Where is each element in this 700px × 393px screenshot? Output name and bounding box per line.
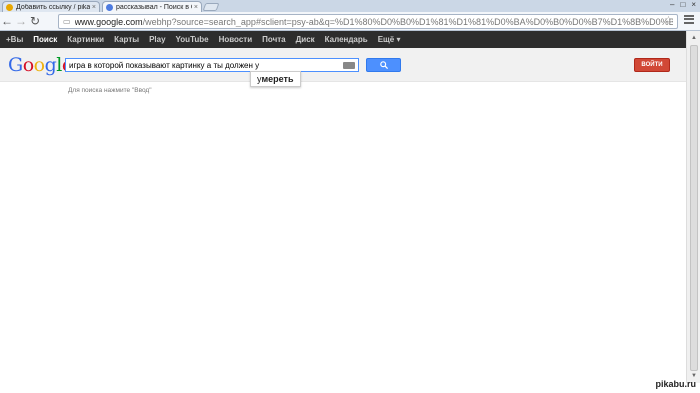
new-tab-button[interactable] xyxy=(202,3,220,11)
tab-google-search[interactable]: рассказывал - Поиск в Google × xyxy=(102,1,202,12)
gbar-item[interactable]: Play xyxy=(149,35,165,44)
browser-window: Добавить ссылку / pikabu × рассказывал -… xyxy=(0,0,700,393)
search-input[interactable] xyxy=(66,60,343,70)
gbar-item[interactable]: Календарь xyxy=(325,35,368,44)
logo-letter: o xyxy=(33,54,45,76)
tab-strip: Добавить ссылку / pikabu × рассказывал -… xyxy=(0,0,700,12)
close-icon[interactable]: × xyxy=(92,4,96,11)
keyboard-icon[interactable] xyxy=(343,61,355,69)
forward-arrow-icon[interactable]: → xyxy=(14,14,28,28)
page-icon: ▭ xyxy=(63,17,71,26)
gbar-item[interactable]: Поиск xyxy=(33,35,57,44)
tab-pikabu[interactable]: Добавить ссылку / pikabu × xyxy=(2,1,100,12)
gbar-item[interactable]: Карты xyxy=(114,35,139,44)
reload-icon[interactable]: ↻ xyxy=(28,14,42,28)
watermark: pikabu.ru xyxy=(655,379,696,389)
tab-title: рассказывал - Поиск в Google xyxy=(116,3,192,11)
bookmark-star-icon[interactable]: ☆ xyxy=(664,15,673,26)
gbar-item[interactable]: Новости xyxy=(219,35,253,44)
gbar-item[interactable]: +Вы xyxy=(6,35,23,44)
gbar-item[interactable]: Диск xyxy=(296,35,315,44)
vertical-scrollbar[interactable]: ▲ ▼ xyxy=(686,31,700,383)
gbar-item[interactable]: Почта xyxy=(262,35,285,44)
search-header: Google ВОЙТИ xyxy=(0,48,686,82)
google-logo[interactable]: Google xyxy=(8,54,73,76)
google-bar: +Вы Поиск Картинки Карты Play YouTube Новости П… xyxy=(0,31,686,48)
suggestion-completion: мереть xyxy=(261,74,294,84)
logo-letter: G xyxy=(8,54,23,76)
search-button[interactable] xyxy=(366,58,401,72)
window-controls: – □ × xyxy=(670,0,696,9)
tab-title: Добавить ссылку / pikabu xyxy=(16,3,90,11)
enter-hint: Для поиска нажмите "Ввод" xyxy=(68,87,152,94)
back-arrow-icon[interactable]: ← xyxy=(0,14,14,28)
logo-letter: g xyxy=(44,54,57,76)
maximize-icon[interactable]: □ xyxy=(680,0,685,9)
pikabu-favicon-icon xyxy=(6,3,13,11)
scroll-thumb[interactable] xyxy=(690,45,698,371)
search-box[interactable] xyxy=(65,58,359,72)
browser-toolbar: ← → ↻ ▭ www.google.com/webhp?source=sear… xyxy=(0,12,700,31)
google-favicon-icon xyxy=(106,3,113,11)
menu-icon[interactable] xyxy=(684,14,694,25)
close-window-icon[interactable]: × xyxy=(691,0,696,9)
scroll-up-icon[interactable]: ▲ xyxy=(691,35,697,41)
gbar-item[interactable]: Картинки xyxy=(67,35,104,44)
search-icon xyxy=(379,61,388,69)
close-icon[interactable]: × xyxy=(194,4,198,11)
minimize-icon[interactable]: – xyxy=(670,0,674,9)
autocomplete-suggestion[interactable]: умереть xyxy=(250,71,301,87)
gbar-item[interactable]: YouTube xyxy=(176,35,209,44)
logo-letter: o xyxy=(22,54,34,76)
address-bar[interactable]: ▭ www.google.com/webhp?source=search_app… xyxy=(58,14,678,29)
gbar-item[interactable]: Ещё ▾ xyxy=(378,35,401,44)
url-text: www.google.com/webhp?source=search_app#s… xyxy=(74,16,673,27)
sign-in-button[interactable]: ВОЙТИ xyxy=(634,58,670,72)
